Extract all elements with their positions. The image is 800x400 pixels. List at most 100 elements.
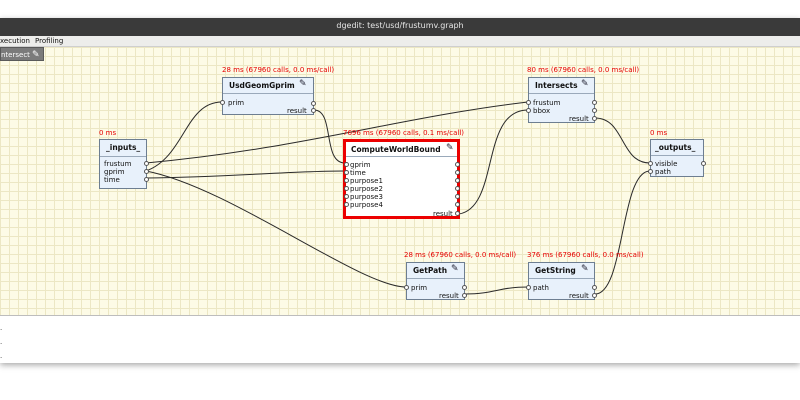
node-divider (346, 156, 457, 157)
port-label-frustum: frustum (533, 99, 561, 107)
output-port-result[interactable] (311, 108, 316, 113)
node-divider (529, 93, 594, 94)
node-computeworldbound[interactable]: ComputeWorldBound ✎ gprim time purpose1 … (343, 139, 460, 219)
port-label-result: result (433, 210, 453, 218)
input-port-purpose1[interactable] (344, 178, 349, 183)
input-port-path[interactable] (526, 285, 531, 290)
pencil-icon[interactable]: ✎ (581, 265, 589, 274)
node-usdgeomgprim[interactable]: UsdGeomGprim ✎ prim result (220, 77, 316, 115)
output-port-result[interactable] (455, 211, 460, 216)
pencil-icon[interactable]: ✎ (581, 80, 589, 89)
port-label-prim: prim (228, 99, 245, 107)
getstring-timing: 376 ms (67960 calls, 0.0 ms/call) (527, 251, 644, 259)
node-getstring[interactable]: GetString ✎ path result (526, 262, 597, 300)
node-divider (100, 156, 146, 157)
wire-getpath-to-getstring (464, 286, 529, 295)
computeworldbound-timing: 7696 ms (67960 calls, 0.1 ms/call) (343, 129, 465, 137)
output-port-stub (455, 194, 460, 199)
output-port-stub (455, 202, 460, 207)
output-port-stub (455, 170, 460, 175)
node-title: GetString (535, 266, 576, 275)
intersect-button[interactable]: ntersect ✎ (0, 47, 44, 61)
input-port-purpose3[interactable] (344, 194, 349, 199)
wire-intersects-to-outputs (594, 117, 651, 164)
port-label-result: result (287, 107, 307, 115)
node-divider (529, 278, 594, 279)
output-port-stub (592, 108, 597, 113)
port-label-prim: prim (411, 284, 428, 292)
log-panel[interactable]: . . . (0, 316, 800, 363)
port-label-path: path (655, 168, 671, 176)
output-port-frustum[interactable] (144, 161, 149, 166)
input-port-visible[interactable] (648, 161, 653, 166)
output-port-stub (592, 100, 597, 105)
wire-gprim-to-usdgeomgprim (145, 101, 223, 172)
input-port-frustum[interactable] (526, 100, 531, 105)
port-label-result: result (569, 115, 589, 123)
wire-getstring-to-outputs (594, 170, 651, 295)
getpath-timing: 28 ms (67960 calls, 0.0 ms/call) (404, 251, 517, 259)
output-port-gprim[interactable] (144, 169, 149, 174)
port-label-result: result (569, 292, 589, 300)
node-inputs[interactable]: _inputs_ frustum gprim time (99, 139, 149, 189)
input-port-time[interactable] (344, 170, 349, 175)
port-label-gprim: gprim (350, 161, 371, 169)
wire-frustum-to-intersects (145, 101, 529, 164)
node-divider (223, 93, 313, 94)
pencil-icon[interactable]: ✎ (451, 265, 459, 274)
input-port-prim[interactable] (404, 285, 409, 290)
intersects-timing: 80 ms (67960 calls, 0.0 ms/call) (527, 66, 640, 74)
output-port-result-top (311, 101, 316, 106)
output-port-result[interactable] (592, 116, 597, 121)
port-label-purpose2: purpose2 (350, 185, 383, 193)
node-title: _inputs_ (106, 143, 141, 152)
port-label-visible: visible (655, 160, 678, 168)
inputs-timing: 0 ms (99, 129, 117, 137)
output-port-stub (592, 285, 597, 290)
output-port-result[interactable] (462, 293, 467, 298)
input-port-purpose2[interactable] (344, 186, 349, 191)
input-port-path[interactable] (648, 169, 653, 174)
output-port-result[interactable] (592, 293, 597, 298)
output-port-stub (462, 285, 467, 290)
menu-profiling[interactable]: Profiling (35, 36, 63, 46)
app-window: dgedit: test/usd/frustumv.graph xecution… (0, 18, 800, 363)
title-bar[interactable]: dgedit: test/usd/frustumv.graph (0, 18, 800, 36)
output-port-time[interactable] (144, 177, 149, 182)
intersect-button-label: ntersect (1, 51, 30, 59)
node-divider (407, 278, 464, 279)
pencil-icon[interactable]: ✎ (299, 80, 307, 89)
input-port-bbox[interactable] (526, 108, 531, 113)
menu-bar: xecution Profiling (0, 36, 800, 47)
window-title: dgedit: test/usd/frustumv.graph (336, 21, 464, 30)
log-line: . (0, 352, 3, 360)
output-port-stub (455, 178, 460, 183)
node-title: ComputeWorldBound (351, 145, 441, 154)
menu-execution[interactable]: xecution (0, 36, 30, 46)
input-port-prim[interactable] (220, 100, 225, 105)
port-label-bbox: bbox (533, 107, 551, 115)
node-intersects[interactable]: Intersects ✎ frustum bbox result (526, 77, 597, 123)
node-outputs[interactable]: _outputs_ visible path (648, 139, 706, 177)
wire-time-to-computeworldbound (145, 170, 346, 179)
node-title: UsdGeomGprim (229, 81, 295, 90)
log-line: . (0, 324, 3, 332)
port-label-purpose3: purpose3 (350, 193, 383, 201)
input-port-purpose4[interactable] (344, 202, 349, 207)
port-label-gprim: gprim (104, 168, 125, 176)
log-line: . (0, 338, 3, 346)
node-title: _outputs_ (655, 143, 696, 152)
node-getpath[interactable]: GetPath ✎ prim result (404, 262, 467, 300)
input-port-gprim[interactable] (344, 162, 349, 167)
wire-computeworldbound-to-intersects (458, 109, 529, 215)
output-port-stub (455, 186, 460, 191)
outputs-timing: 0 ms (650, 129, 668, 137)
pencil-icon[interactable]: ✎ (446, 144, 454, 153)
port-label-time: time (104, 176, 120, 184)
output-port-stub (455, 162, 460, 167)
port-label-time: time (350, 169, 366, 177)
graph-canvas[interactable]: ntersect ✎ 0 ms _inputs_ frustum gprim t… (0, 47, 800, 316)
port-label-frustum: frustum (104, 160, 132, 168)
usdgeomgprim-timing: 28 ms (67960 calls, 0.0 ms/call) (222, 66, 335, 74)
port-label-purpose1: purpose1 (350, 177, 383, 185)
